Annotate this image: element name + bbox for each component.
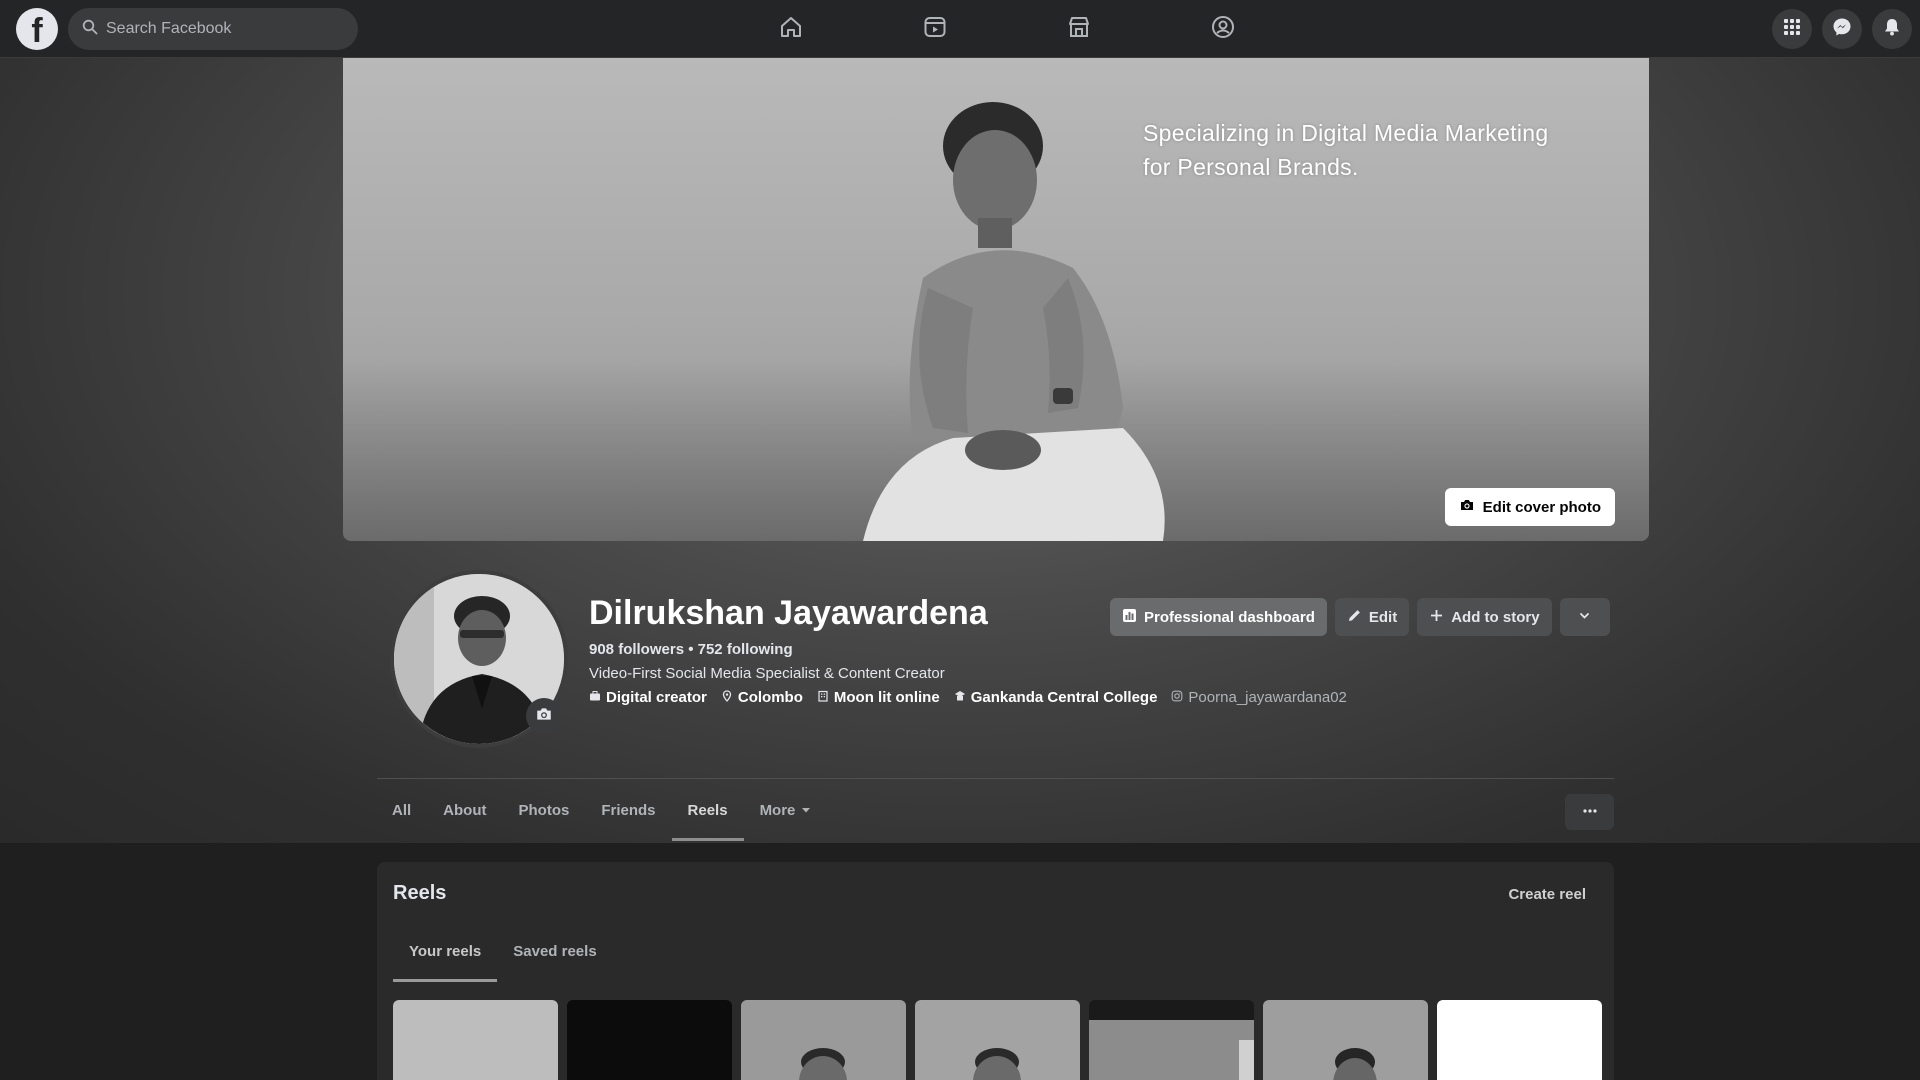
edit-cover-photo-label: Edit cover photo bbox=[1482, 498, 1601, 516]
nav-marketplace[interactable] bbox=[1023, 0, 1135, 58]
notifications-button[interactable] bbox=[1872, 9, 1912, 49]
search-input[interactable] bbox=[106, 20, 326, 38]
followers-following[interactable]: 908 followers • 752 following bbox=[589, 641, 793, 658]
profile-details: Digital creator Colombo Moon lit online … bbox=[589, 689, 1347, 706]
school-icon bbox=[954, 689, 966, 706]
add-to-story-label: Add to story bbox=[1451, 608, 1540, 626]
add-to-story-button[interactable]: Add to story bbox=[1417, 598, 1552, 636]
reels-section: Reels Create reel Your reels Saved reels bbox=[377, 862, 1614, 1080]
account-controls bbox=[1772, 9, 1912, 49]
detail-instagram-text: Poorna_jayawardana02 bbox=[1188, 689, 1347, 706]
reels-title: Reels bbox=[393, 882, 447, 904]
cover-photo[interactable]: Specializing in Digital Media Marketing … bbox=[343, 58, 1649, 541]
tab-more[interactable]: More bbox=[744, 779, 828, 841]
messenger-icon bbox=[1832, 17, 1852, 42]
edit-profile-label: Edit bbox=[1368, 608, 1398, 626]
tab-reels-label: Reels bbox=[687, 801, 728, 819]
detail-education-text: Gankanda Central College bbox=[970, 689, 1158, 706]
instagram-icon bbox=[1171, 689, 1183, 706]
building-icon bbox=[817, 689, 829, 706]
messenger-button[interactable] bbox=[1822, 9, 1862, 49]
tab-your-reels[interactable]: Your reels bbox=[393, 920, 498, 982]
nav-home[interactable] bbox=[735, 0, 847, 58]
detail-work[interactable]: Moon lit online bbox=[817, 689, 940, 706]
update-profile-picture-button[interactable] bbox=[526, 698, 562, 734]
professional-dashboard-label: Professional dashboard bbox=[1144, 608, 1315, 626]
tab-about-label: About bbox=[443, 801, 487, 819]
tab-all-label: All bbox=[392, 801, 412, 819]
profile-bio: Video-First Social Media Specialist & Co… bbox=[589, 665, 945, 682]
search-box[interactable] bbox=[68, 8, 358, 50]
detail-education[interactable]: Gankanda Central College bbox=[954, 689, 1158, 706]
detail-location[interactable]: Colombo bbox=[721, 689, 803, 706]
nav-groups[interactable] bbox=[1167, 0, 1279, 58]
search-icon bbox=[82, 19, 98, 40]
main-nav bbox=[735, 0, 1279, 58]
reel-thumbnail[interactable] bbox=[1263, 1000, 1428, 1080]
tab-about[interactable]: About bbox=[427, 779, 502, 841]
detail-category: Digital creator bbox=[589, 689, 707, 706]
tab-photos[interactable]: Photos bbox=[503, 779, 586, 841]
video-icon bbox=[922, 14, 948, 45]
professional-dashboard-button[interactable]: Professional dashboard bbox=[1110, 598, 1327, 636]
menu-button[interactable] bbox=[1772, 9, 1812, 49]
reel-thumbnail[interactable] bbox=[1089, 1000, 1254, 1080]
pencil-icon bbox=[1347, 608, 1362, 627]
camera-icon bbox=[535, 705, 553, 728]
facebook-logo[interactable]: f bbox=[16, 8, 58, 50]
tab-all[interactable]: All bbox=[377, 779, 427, 841]
tab-friends-label: Friends bbox=[601, 801, 656, 819]
menu-grid-icon bbox=[1782, 17, 1802, 42]
cover-person-figure bbox=[863, 102, 1165, 541]
caret-down-icon bbox=[801, 802, 811, 819]
more-actions-dropdown[interactable] bbox=[1559, 598, 1610, 636]
top-navigation-bar: f bbox=[0, 0, 1920, 58]
reel-subtabs: Your reels Saved reels bbox=[393, 920, 613, 982]
reel-thumbnail[interactable] bbox=[915, 1000, 1080, 1080]
dashboard-icon bbox=[1122, 608, 1137, 627]
reel-grid bbox=[393, 1000, 1602, 1080]
tab-reels[interactable]: Reels bbox=[671, 779, 744, 841]
ellipsis-icon bbox=[1582, 803, 1598, 822]
tab-your-reels-label: Your reels bbox=[409, 942, 482, 960]
profile-name: Dilrukshan Jayawardena bbox=[589, 594, 988, 632]
tab-friends[interactable]: Friends bbox=[585, 779, 671, 841]
reel-thumbnail[interactable] bbox=[393, 1000, 558, 1080]
groups-icon bbox=[1210, 14, 1236, 45]
cover-tagline-line1: Specializing in Digital Media Marketing bbox=[1143, 120, 1549, 146]
plus-icon bbox=[1429, 608, 1444, 627]
cover-tagline: Specializing in Digital Media Marketing … bbox=[1143, 116, 1623, 184]
tab-photos-label: Photos bbox=[518, 801, 570, 819]
chevron-down-icon bbox=[1577, 608, 1592, 627]
profile-options-button[interactable] bbox=[1565, 794, 1614, 830]
detail-instagram[interactable]: Poorna_jayawardana02 bbox=[1171, 689, 1347, 706]
edit-cover-photo-button[interactable]: Edit cover photo bbox=[1444, 488, 1615, 526]
profile-tabs: All About Photos Friends Reels More bbox=[377, 779, 827, 841]
location-pin-icon bbox=[721, 689, 733, 706]
notifications-icon bbox=[1882, 17, 1902, 42]
detail-location-text: Colombo bbox=[737, 689, 803, 706]
nav-video[interactable] bbox=[879, 0, 991, 58]
profile-actions: Professional dashboard Edit Add to story bbox=[1110, 598, 1610, 636]
edit-profile-button[interactable]: Edit bbox=[1334, 598, 1410, 636]
detail-work-text: Moon lit online bbox=[833, 689, 940, 706]
tab-more-label: More bbox=[759, 801, 796, 819]
home-icon bbox=[778, 14, 804, 45]
detail-category-text: Digital creator bbox=[606, 689, 707, 706]
camera-icon bbox=[1459, 497, 1475, 517]
reel-thumbnail[interactable] bbox=[567, 1000, 732, 1080]
cover-tagline-line2: for Personal Brands. bbox=[1143, 154, 1359, 180]
reel-thumbnail[interactable] bbox=[1437, 1000, 1602, 1080]
profile-avatar-container bbox=[390, 570, 568, 748]
create-reel-button[interactable]: Create reel bbox=[1496, 876, 1598, 912]
briefcase-icon bbox=[589, 689, 601, 706]
reel-thumbnail[interactable] bbox=[741, 1000, 906, 1080]
marketplace-icon bbox=[1066, 14, 1092, 45]
tab-saved-reels[interactable]: Saved reels bbox=[497, 920, 612, 982]
tab-saved-reels-label: Saved reels bbox=[513, 942, 597, 960]
